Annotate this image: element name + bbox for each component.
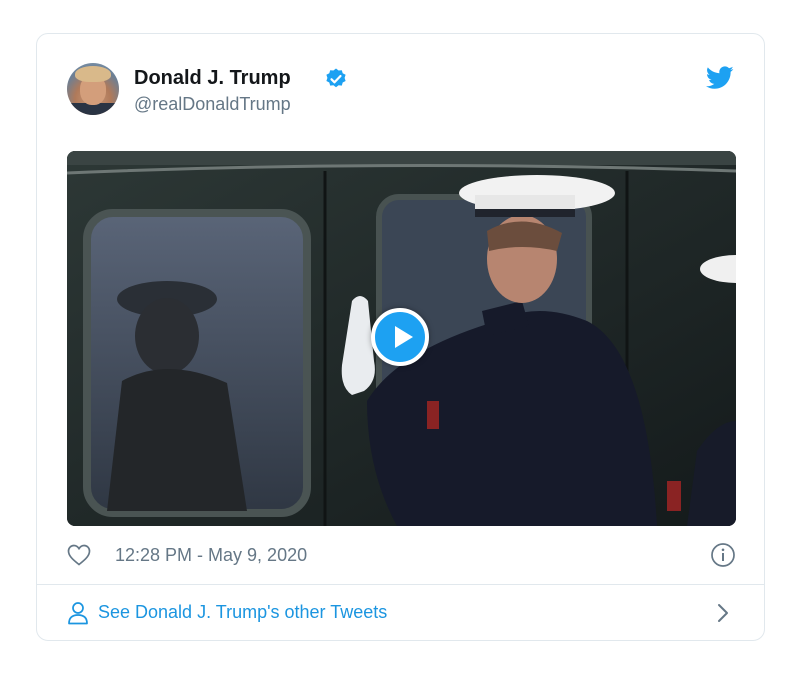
tweet-meta-row: 12:28 PM - May 9, 2020 bbox=[67, 542, 736, 568]
chevron-right-icon[interactable] bbox=[716, 602, 730, 624]
play-button[interactable] bbox=[371, 308, 429, 366]
person-icon bbox=[68, 602, 88, 625]
video-thumbnail[interactable] bbox=[67, 151, 736, 526]
info-icon[interactable] bbox=[710, 542, 736, 568]
author-name[interactable]: Donald J. Trump bbox=[134, 67, 291, 90]
tweet-card[interactable]: Donald J. Trump @realDonaldTrump 12:28 P… bbox=[36, 33, 765, 641]
tweet-timestamp[interactable]: 12:28 PM - May 9, 2020 bbox=[115, 545, 307, 566]
avatar-hair bbox=[75, 66, 111, 82]
heart-icon[interactable] bbox=[67, 544, 91, 566]
author-handle[interactable]: @realDonaldTrump bbox=[134, 94, 291, 115]
twitter-bird-icon[interactable] bbox=[706, 66, 734, 90]
avatar[interactable] bbox=[67, 63, 119, 115]
see-other-tweets-link[interactable]: See Donald J. Trump's other Tweets bbox=[98, 602, 387, 623]
verified-badge-icon bbox=[326, 68, 346, 88]
see-more-footer[interactable]: See Donald J. Trump's other Tweets bbox=[37, 585, 764, 640]
